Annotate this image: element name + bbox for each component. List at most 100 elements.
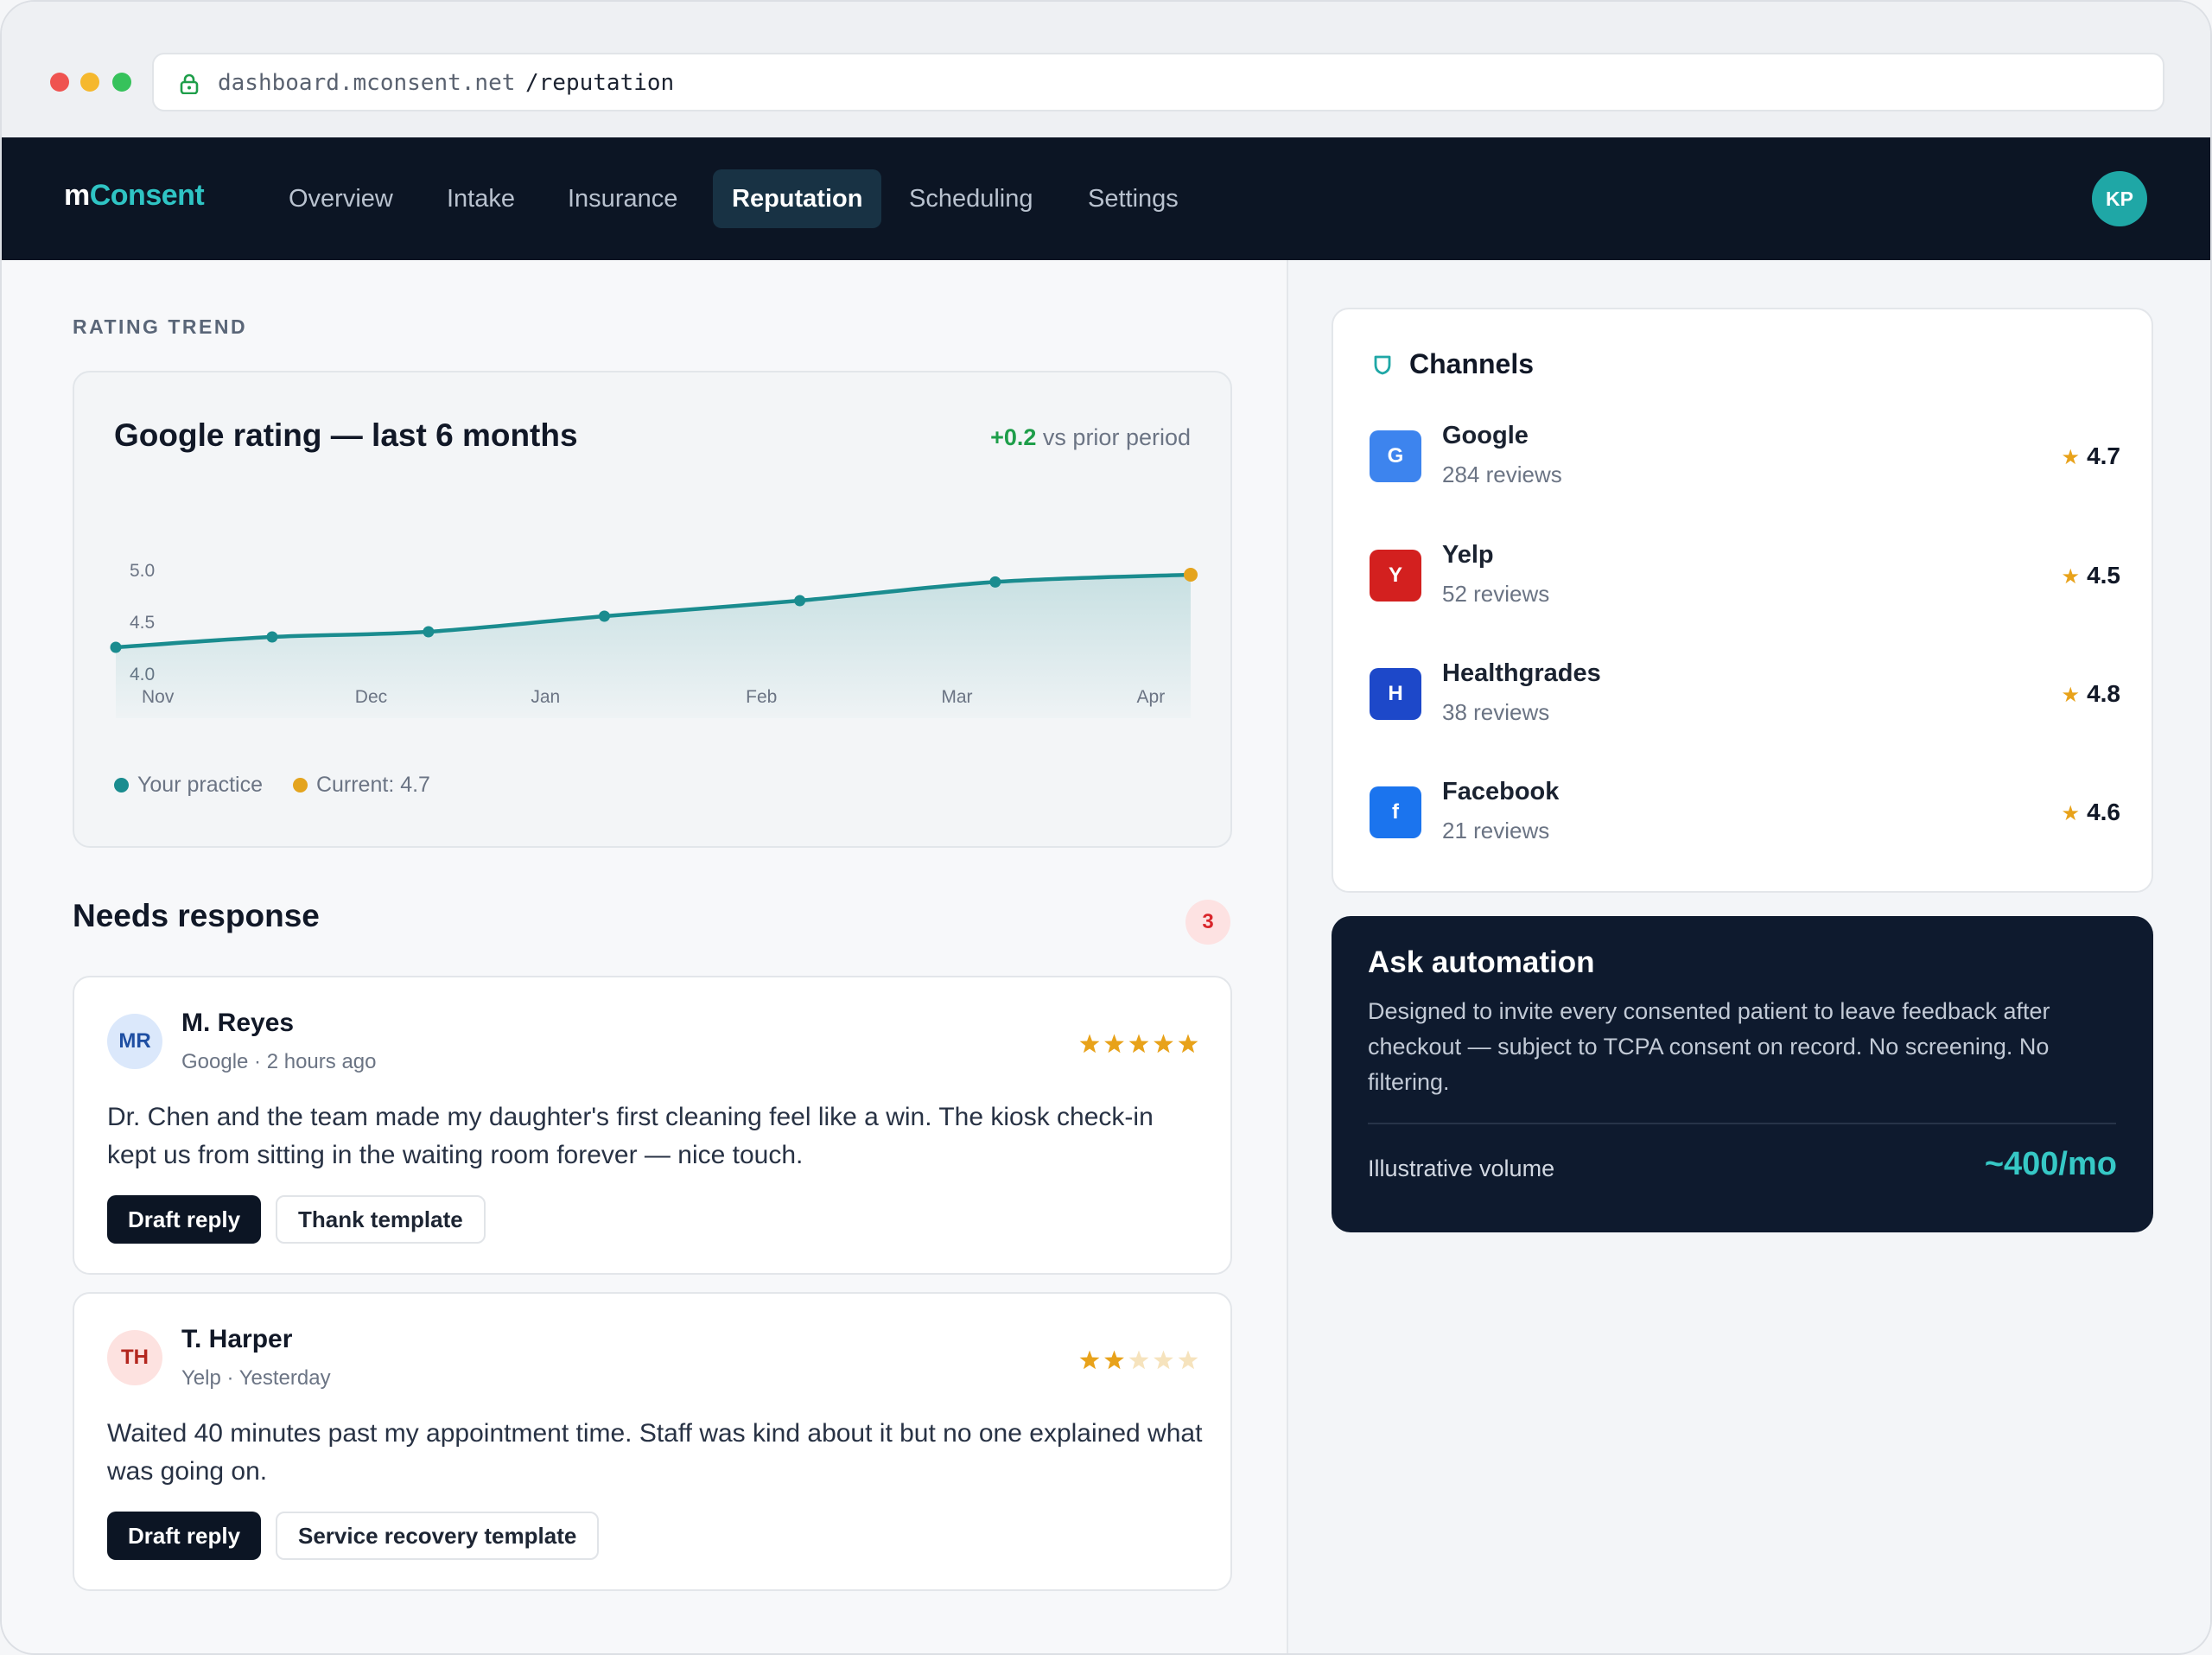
needs-response-count-badge: 3 [1185, 900, 1230, 945]
nav-tab-overview[interactable]: Overview [270, 169, 412, 228]
reviewer-name: T. Harper [181, 1325, 293, 1353]
divider [1368, 1123, 2116, 1124]
star-icon [1178, 1350, 1198, 1370]
star-icon: ★ [2061, 684, 2081, 707]
review-text: Dr. Chen and the team made my daughter's… [107, 1103, 1154, 1169]
channel-name: Yelp [1442, 541, 1494, 569]
channel-rating: ★ 4.8 [2062, 680, 2120, 708]
yelp-logo-icon: Y [1370, 550, 1421, 602]
data-point[interactable] [423, 626, 435, 638]
current-rating-point[interactable] [1184, 568, 1198, 582]
google-logo-icon: G [1370, 430, 1421, 482]
channel-rating: ★ 4.6 [2062, 799, 2120, 826]
series-area-your-practice [116, 575, 1191, 718]
star-icon [1154, 1034, 1173, 1053]
data-point[interactable] [110, 641, 122, 653]
x-tick-label: Jan [531, 687, 560, 707]
browser-chrome: dashboard.mconsent.net /reputation [2, 2, 2210, 137]
lock-icon [180, 73, 199, 94]
channel-review-count: 52 reviews [1442, 581, 1550, 607]
legend-item-practice: Your practice [114, 773, 263, 798]
nav-tab-scheduling[interactable]: Scheduling [890, 169, 1052, 228]
ask-automation-description: Designed to invite every consented patie… [1368, 998, 2050, 1095]
facebook-logo-icon: f [1370, 786, 1421, 838]
channels-title: Channels [1409, 348, 1535, 379]
minimize-window-button[interactable] [80, 73, 99, 92]
nav-tab-intake[interactable]: Intake [428, 169, 534, 228]
x-tick-label: Dec [355, 687, 387, 707]
ask-automation-card: Ask automation Designed to invite every … [1332, 916, 2153, 1232]
legend-swatch [114, 778, 129, 792]
star-icon: ★ [2061, 565, 2081, 589]
review-text: Waited 40 minutes past my appointment ti… [107, 1419, 1203, 1486]
address-bar[interactable]: dashboard.mconsent.net /reputation [152, 53, 2164, 111]
chart-delta: +0.2 vs prior period [990, 424, 1191, 451]
star-rating [1079, 1350, 1198, 1370]
legend-item-current: Current: 4.7 [292, 773, 430, 798]
star-icon [1079, 1350, 1100, 1370]
delta-value: +0.2 [990, 424, 1037, 450]
review-meta: Google · 2 hours ago [181, 1050, 377, 1073]
channel-row-google[interactable]: G Google 284 reviews ★ 4.7 [1333, 413, 2155, 500]
nav-tab-insurance[interactable]: Insurance [549, 169, 696, 228]
channel-name: Healthgrades [1442, 659, 1601, 687]
star-icon [1104, 1350, 1124, 1370]
draft-reply-button[interactable]: Draft reply [107, 1512, 262, 1560]
data-point[interactable] [989, 576, 1001, 588]
star-icon: ★ [2061, 446, 2081, 469]
review-card: MR M. Reyes Google · 2 hours ago Dr. Che… [73, 976, 1232, 1275]
star-icon [1104, 1034, 1124, 1053]
x-tick-label: Nov [142, 687, 175, 707]
side-column: Channels G Google 284 reviews ★ 4.7 Y Yel… [1287, 260, 2210, 1653]
user-avatar[interactable]: KP [2092, 171, 2147, 226]
y-tick-label: 5.0 [130, 561, 155, 581]
channel-review-count: 21 reviews [1442, 818, 1550, 843]
maximize-window-button[interactable] [112, 73, 131, 92]
data-point[interactable] [794, 595, 806, 607]
channels-card: Channels G Google 284 reviews ★ 4.7 Y Yel… [1332, 308, 2153, 893]
rating-chart-card: Google rating — last 6 months +0.2 vs pr… [73, 371, 1232, 848]
brand-logo-m: m [64, 179, 90, 212]
delta-text: vs prior period [1042, 424, 1191, 450]
nav-tab-reputation[interactable]: Reputation [713, 169, 882, 228]
review-meta: Yelp · Yesterday [181, 1366, 331, 1390]
channel-row-yelp[interactable]: Y Yelp 52 reviews ★ 4.5 [1333, 532, 2155, 619]
browser-window: dashboard.mconsent.net /reputation mCons… [0, 0, 2212, 1655]
brand-logo-consent: Consent [89, 179, 205, 212]
channel-name: Google [1442, 422, 1529, 449]
rating-chart: 5.04.54.0NovDecJanFebMarApr [110, 561, 1198, 718]
channel-name: Facebook [1442, 778, 1560, 805]
legend-label: Your practice [137, 773, 263, 797]
channel-review-count: 284 reviews [1442, 461, 1562, 487]
shield-icon [1374, 355, 1391, 375]
healthgrades-logo-icon: H [1370, 668, 1421, 720]
brand-logo[interactable]: mConsent [64, 179, 205, 213]
thank-template-button[interactable]: Thank template [276, 1195, 486, 1244]
x-tick-label: Apr [1137, 687, 1166, 707]
reviewer-name: M. Reyes [181, 1009, 295, 1037]
star-icon: ★ [2061, 802, 2081, 825]
illustrative-volume-value: ~400/mo [1984, 1146, 2117, 1182]
channel-row-facebook[interactable]: f Facebook 21 reviews ★ 4.6 [1333, 769, 2155, 856]
star-icon [1128, 1350, 1149, 1370]
draft-reply-button[interactable]: Draft reply [107, 1195, 262, 1244]
illustrative-volume-label: Illustrative volume [1368, 1155, 1555, 1181]
channel-rating: ★ 4.7 [2062, 442, 2120, 470]
channel-row-healthgrades[interactable]: H Healthgrades 38 reviews ★ 4.8 [1333, 651, 2155, 737]
channel-rating: ★ 4.5 [2062, 562, 2120, 589]
close-window-button[interactable] [50, 73, 69, 92]
ask-automation-title: Ask automation [1368, 945, 1595, 979]
legend-swatch [292, 778, 308, 792]
nav-tab-settings[interactable]: Settings [1069, 169, 1198, 228]
main-column: RATING TREND Google rating — last 6 mont… [2, 260, 1287, 1653]
star-icon [1178, 1034, 1198, 1053]
url-host: dashboard.mconsent.net [218, 70, 516, 96]
data-point[interactable] [598, 610, 610, 622]
reviewer-avatar: TH [107, 1330, 162, 1385]
reviewer-avatar: MR [107, 1014, 162, 1069]
data-point[interactable] [266, 631, 278, 643]
star-rating [1079, 1034, 1198, 1053]
chart-legend: Your practice Current: 4.7 [114, 773, 454, 798]
chart-title: Google rating — last 6 months [114, 417, 578, 453]
service-recovery-template-button[interactable]: Service recovery template [276, 1512, 600, 1560]
